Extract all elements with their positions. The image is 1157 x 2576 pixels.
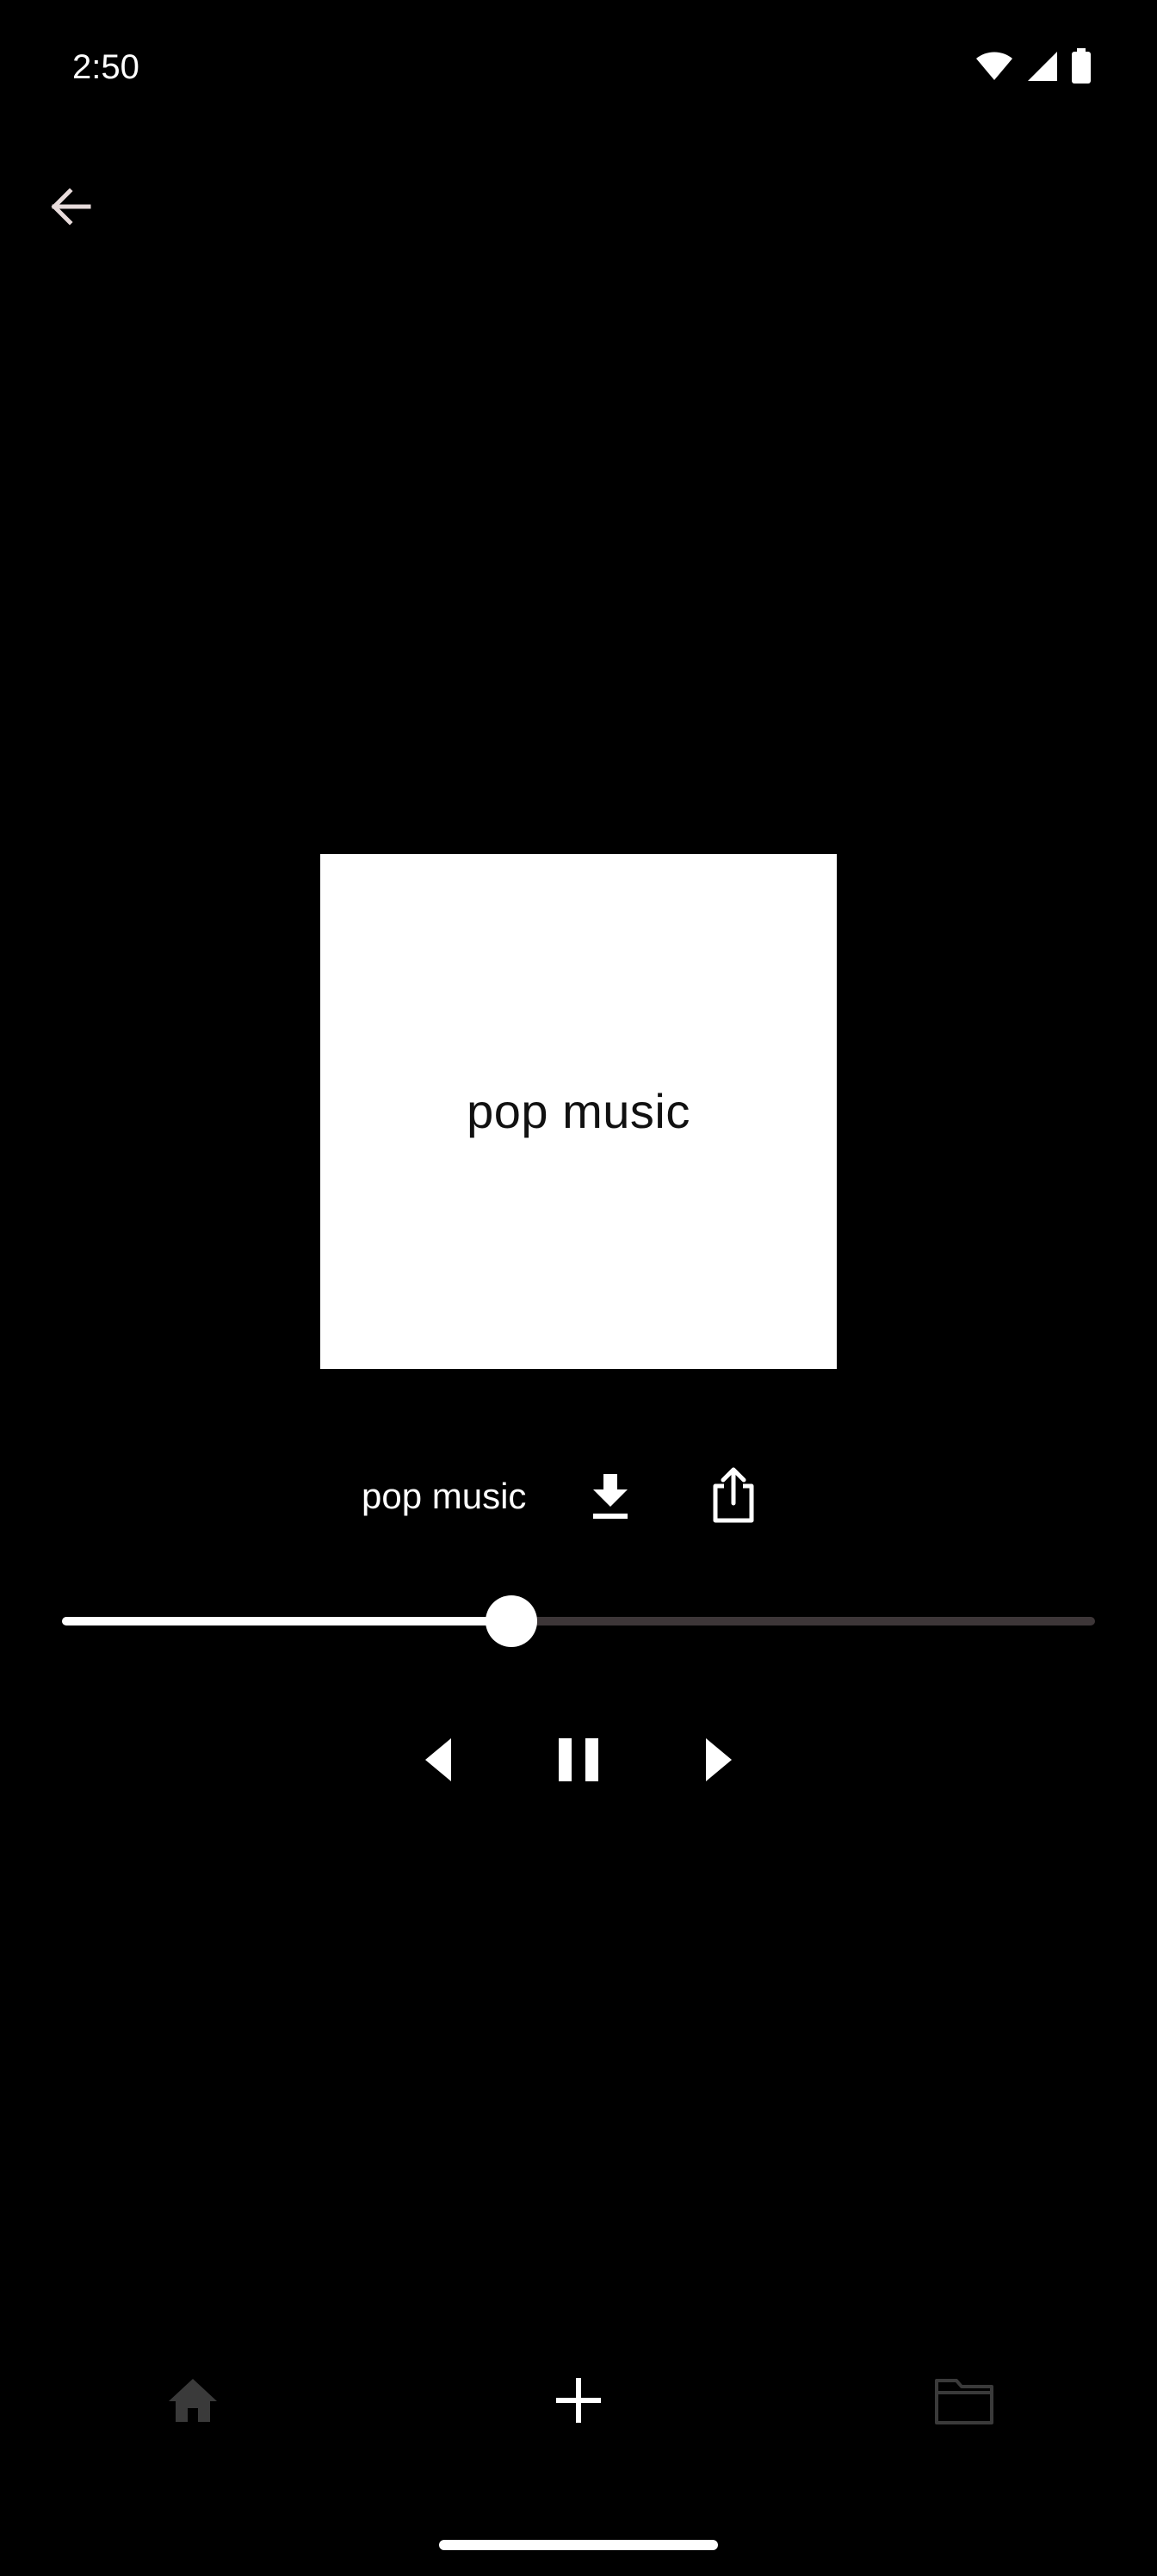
next-button[interactable] [685, 1725, 754, 1798]
pause-icon [557, 1737, 600, 1787]
track-row: pop music [0, 1462, 1157, 1534]
pause-button[interactable] [544, 1725, 613, 1798]
wifi-icon [974, 51, 1014, 86]
bottom-nav [0, 2359, 1157, 2445]
nav-home[interactable] [150, 2359, 236, 2445]
album-art-title: pop music [467, 1084, 690, 1138]
cell-signal-icon [1026, 50, 1059, 87]
download-icon [590, 1472, 631, 1525]
previous-button[interactable] [403, 1725, 472, 1798]
slider-fill [62, 1617, 511, 1625]
gesture-bar[interactable] [439, 2540, 718, 2550]
arrow-left-icon [47, 183, 94, 234]
nav-folder[interactable] [921, 2359, 1007, 2445]
battery-icon [1071, 48, 1092, 89]
status-icons [974, 48, 1092, 89]
track-title: pop music [362, 1476, 527, 1516]
folder-icon [934, 2375, 994, 2430]
nav-add[interactable] [535, 2359, 622, 2445]
home-icon [167, 2377, 219, 2428]
share-button[interactable] [699, 1460, 768, 1533]
seek-slider[interactable] [62, 1593, 1095, 1650]
album-art: pop music [320, 854, 837, 1369]
next-icon [704, 1737, 735, 1787]
back-button[interactable] [34, 172, 107, 245]
status-time: 2:50 [72, 48, 139, 86]
share-icon [711, 1465, 756, 1528]
slider-thumb[interactable] [486, 1595, 537, 1647]
plus-icon [554, 2376, 603, 2429]
previous-icon [422, 1737, 453, 1787]
download-button[interactable] [577, 1462, 644, 1534]
